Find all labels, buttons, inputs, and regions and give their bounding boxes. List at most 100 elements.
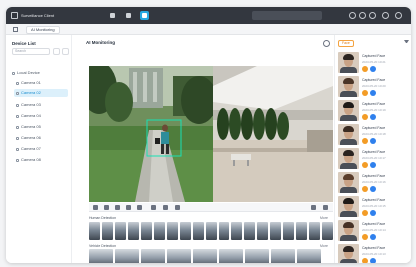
sidebar-item-camera-01[interactable]: Camera 01 (16, 79, 41, 87)
face-card[interactable]: Captured Face 2023-05-20 10:14 (338, 220, 410, 243)
park-scene-image (89, 66, 213, 202)
zoom-icon[interactable] (163, 205, 168, 210)
sidebar-item-camera-07[interactable]: Camera 07 (16, 145, 41, 153)
fullscreen-icon[interactable] (323, 205, 328, 210)
filter-icon[interactable] (404, 40, 409, 46)
person-thumbnail[interactable] (140, 222, 152, 240)
app-menu[interactable]: Surveillance Client (11, 11, 54, 20)
sidebar-item-camera-06[interactable]: Camera 06 (16, 134, 41, 142)
face-filter-button[interactable]: Face (338, 40, 354, 47)
strip-vehicles-more[interactable]: More (320, 244, 328, 248)
vehicle-thumbnail[interactable] (193, 249, 217, 263)
person-thumbnail[interactable] (218, 222, 230, 240)
face-card-time: 2023-05-20 10:21 (362, 60, 386, 64)
add-device-icon[interactable] (53, 48, 60, 55)
person-thumbnail[interactable] (270, 222, 282, 240)
vehicle-thumbnail[interactable] (297, 249, 321, 263)
match-badge-icon (362, 186, 368, 192)
face-card[interactable]: Captured Face 2023-05-20 10:18 (338, 124, 410, 147)
face-card-name: Captured Face (362, 246, 386, 250)
sidebar-item-camera-04[interactable]: Camera 04 (16, 112, 41, 120)
sidebar-item-label: Camera 02 (21, 90, 41, 95)
match-badge-icon (362, 162, 368, 168)
camera-icon (16, 91, 19, 95)
close-icon[interactable] (395, 12, 402, 19)
person-thumbnail[interactable] (205, 222, 217, 240)
audio-icon[interactable] (151, 205, 156, 210)
face-thumbnail (338, 124, 359, 145)
person-thumbnail[interactable] (179, 222, 191, 240)
sidebar-item-local[interactable]: Local Device (12, 69, 40, 77)
person-thumbnail[interactable] (89, 222, 100, 240)
playback-button[interactable] (124, 11, 133, 20)
sidebar-item-camera-02[interactable]: Camera 02 (14, 89, 68, 97)
face-thumbnail (338, 52, 359, 73)
vehicle-thumbnail[interactable] (167, 249, 191, 263)
person-thumbnail[interactable] (166, 222, 178, 240)
face-card-name: Captured Face (362, 54, 386, 58)
play-icon[interactable] (93, 205, 98, 210)
face-card[interactable]: Captured Face 2023-05-20 10:20 (338, 76, 410, 99)
vehicle-thumbnail[interactable] (141, 249, 165, 263)
face-thumbnail (338, 76, 359, 97)
face-card-name: Captured Face (362, 198, 386, 202)
person-thumbnail[interactable] (153, 222, 165, 240)
vehicle-thumbnail[interactable] (271, 249, 295, 263)
face-card[interactable]: Captured Face 2023-05-20 10:16 (338, 172, 410, 195)
face-card[interactable]: Captured Face 2023-05-20 10:19 (338, 100, 410, 123)
snapshot-icon[interactable] (126, 205, 131, 210)
vehicle-thumbnail[interactable] (89, 249, 113, 263)
face-card[interactable]: Captured Face 2023-05-20 10:21 (338, 52, 410, 75)
grid-view-button[interactable] (108, 11, 117, 20)
face-thumbnail (338, 100, 359, 121)
device-menu-icon[interactable] (62, 48, 69, 55)
playback-controls (89, 203, 333, 212)
layout-icon[interactable] (311, 205, 316, 210)
camera-icon (16, 125, 19, 129)
notification-icon[interactable] (349, 12, 356, 19)
person-thumbnail[interactable] (296, 222, 308, 240)
person-thumbnail[interactable] (283, 222, 295, 240)
vehicle-thumbnail[interactable] (115, 249, 139, 263)
person-thumbnail[interactable] (244, 222, 256, 240)
face-thumbnail (338, 196, 359, 217)
sidebar-item-label: Camera 04 (21, 113, 41, 118)
minimize-icon[interactable] (382, 12, 389, 19)
person-thumbnail[interactable] (192, 222, 204, 240)
video-pane-park[interactable] (89, 66, 213, 202)
pause-icon[interactable] (104, 205, 109, 210)
person-thumbnail[interactable] (127, 222, 139, 240)
tab-ai-monitoring[interactable]: AI Monitoring (26, 26, 60, 34)
face-card-name: Captured Face (362, 102, 386, 106)
face-card[interactable]: Captured Face 2023-05-20 10:15 (338, 196, 410, 219)
settings-icon[interactable] (369, 12, 376, 19)
video-pane-plaza[interactable] (213, 66, 333, 202)
title-bar: Surveillance Client (6, 7, 411, 24)
user-icon[interactable] (359, 12, 366, 19)
face-card[interactable]: Captured Face 2023-05-20 10:17 (338, 148, 410, 171)
device-search-input[interactable]: Search (12, 48, 50, 55)
face-card[interactable]: Captured Face 2023-05-20 10:13 (338, 244, 410, 263)
person-thumbnail[interactable] (101, 222, 113, 240)
strip-people-more[interactable]: More (320, 216, 328, 220)
person-thumbnail[interactable] (257, 222, 269, 240)
sidebar-item-camera-05[interactable]: Camera 05 (16, 123, 41, 131)
stop-icon[interactable] (115, 205, 120, 210)
person-thumbnail[interactable] (231, 222, 243, 240)
person-thumbnail[interactable] (309, 222, 321, 240)
tab-grid-icon[interactable] (13, 27, 18, 32)
ptz-icon[interactable] (175, 205, 180, 210)
info-badge-icon (370, 138, 376, 144)
vehicle-thumbnail[interactable] (245, 249, 269, 263)
person-thumbnail[interactable] (114, 222, 126, 240)
record-icon[interactable] (137, 205, 142, 210)
info-badge-icon (370, 162, 376, 168)
view-settings-icon[interactable] (323, 40, 330, 47)
vehicle-thumbnail[interactable] (219, 249, 243, 263)
person-thumbnail[interactable] (322, 222, 334, 240)
vehicle-thumbnail-strip (89, 249, 333, 263)
ai-monitor-button[interactable] (140, 11, 149, 20)
sidebar-item-camera-08[interactable]: Camera 08 (16, 156, 41, 164)
sidebar-item-camera-03[interactable]: Camera 03 (16, 101, 41, 109)
titlebar-search-input[interactable] (252, 11, 322, 20)
